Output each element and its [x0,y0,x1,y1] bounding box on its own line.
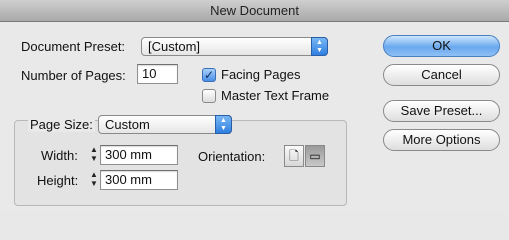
updown-arrows-icon: ▲ ▼ [311,37,328,56]
facing-pages-checkbox[interactable]: ✓ [202,68,216,82]
height-stepper[interactable]: ▲ ▼ [89,170,99,190]
width-stepper[interactable]: ▲ ▼ [89,145,99,165]
document-preset-select[interactable]: [Custom] ▲ ▼ [141,37,328,56]
window-title: New Document [0,0,509,22]
ok-button[interactable]: OK [383,35,500,57]
portrait-orientation-button[interactable]: 🗋 [284,145,304,167]
number-of-pages-label: Number of Pages: [21,68,126,83]
save-preset-button[interactable]: Save Preset... [383,100,500,122]
height-label: Height: [37,173,79,188]
dialog-content: Document Preset: [Custom] ▲ ▼ Number of P… [0,22,509,212]
master-text-frame-label: Master Text Frame [221,88,330,103]
page-size-select[interactable]: Custom ▲ ▼ [98,115,232,134]
portrait-orientation-icon: 🗋 [289,149,299,163]
master-text-frame-checkbox[interactable] [202,89,216,103]
page-size-value: Custom [105,117,150,132]
updown-arrows-icon: ▲ ▼ [215,115,232,134]
more-options-button[interactable]: More Options [383,129,500,151]
facing-pages-label: Facing Pages [221,67,301,82]
width-input[interactable]: 300 mm [100,145,178,165]
landscape-orientation-icon: ▭ [309,149,321,163]
orientation-label: Orientation: [198,149,266,164]
height-input[interactable]: 300 mm [100,170,178,190]
cancel-button[interactable]: Cancel [383,64,500,86]
page-size-label: Page Size: [28,117,95,132]
document-preset-label: Document Preset: [21,39,126,54]
width-label: Width: [41,148,78,163]
landscape-orientation-button[interactable]: ▭ [305,145,325,167]
checkmark-icon: ✓ [203,68,215,82]
document-preset-value: [Custom] [148,39,201,54]
number-of-pages-input[interactable]: 10 [137,64,178,84]
